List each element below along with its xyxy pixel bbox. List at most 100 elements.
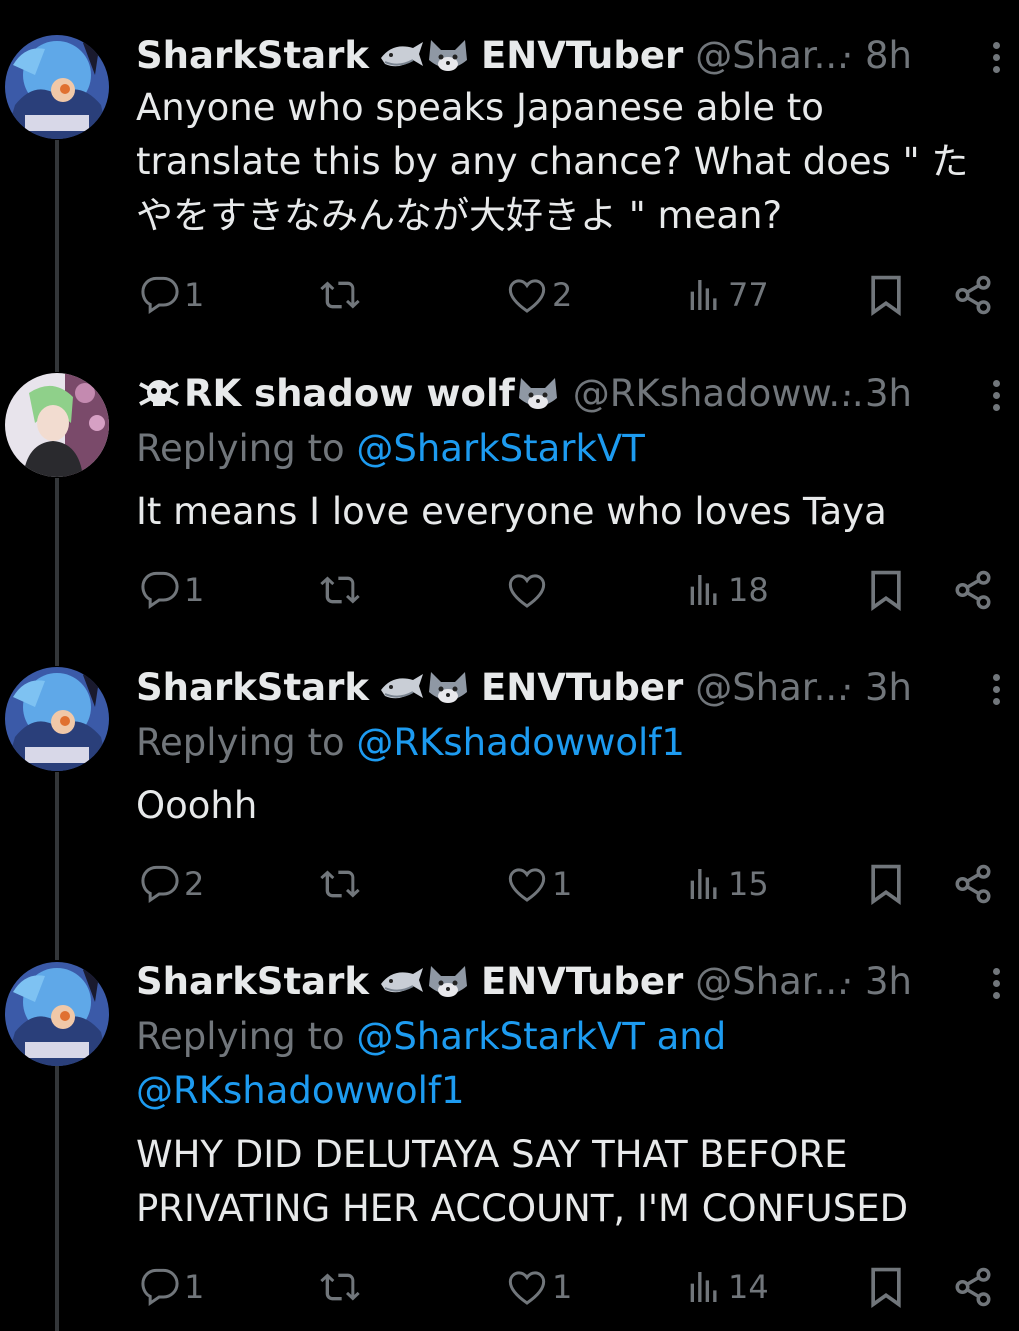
views-count: 15 <box>728 865 769 903</box>
wolf-emoji-icon <box>425 962 471 1002</box>
replying-to-label: Replying to <box>136 427 345 470</box>
mention-link[interactable]: @RKshadowwolf1 <box>356 721 685 764</box>
replying-to: Replying to @RKshadowwolf1 <box>136 716 976 770</box>
heart-icon <box>506 570 548 610</box>
tweet-text-line: Ooohh <box>136 784 258 827</box>
views-button[interactable]: 77 <box>684 270 769 320</box>
bookmark-icon <box>864 1265 908 1309</box>
reply-button[interactable]: 1 <box>140 270 204 320</box>
tweet-text: WHY DID DELUTAYA SAY THAT BEFORE PRIVATI… <box>136 1128 996 1236</box>
repost-arrows-icon <box>318 864 362 904</box>
more-dots-icon[interactable] <box>993 380 1005 416</box>
reply-button[interactable]: 2 <box>140 859 204 909</box>
like-button[interactable]: 2 <box>506 270 572 320</box>
share-button[interactable] <box>952 565 994 615</box>
bookmark-icon <box>864 862 908 906</box>
display-name[interactable]: SharkStark <box>136 32 369 80</box>
timestamp[interactable]: · 8h <box>841 32 912 80</box>
display-name-suffix[interactable]: ENVTuber <box>481 958 683 1006</box>
reply-count: 1 <box>184 1268 205 1306</box>
skull-crossbones-emoji-icon <box>136 374 184 414</box>
reply-button[interactable]: 1 <box>140 565 204 615</box>
user-handle[interactable]: @Shar... <box>695 32 849 80</box>
tweet[interactable]: SharkStark ENVTuber @Shar... · 3h Replyi… <box>0 635 1019 930</box>
like-button[interactable] <box>506 565 548 615</box>
timestamp[interactable]: · 3h <box>841 958 912 1006</box>
bookmark-button[interactable] <box>864 859 908 909</box>
bookmark-icon <box>864 273 908 317</box>
views-button[interactable]: 15 <box>684 859 769 909</box>
views-button[interactable]: 14 <box>684 1262 769 1312</box>
avatar[interactable] <box>5 962 109 1066</box>
share-icon <box>952 274 994 316</box>
replying-to: Replying to @SharkStarkVT <box>136 422 976 476</box>
mention-link[interactable]: @RKshadowwolf1 <box>136 1069 465 1112</box>
like-button[interactable]: 1 <box>506 859 572 909</box>
share-icon <box>952 863 994 905</box>
repost-arrows-icon <box>318 570 362 610</box>
tweet-text-line: PRIVATING HER ACCOUNT, I'M CONFUSED <box>136 1187 909 1230</box>
more-dots-icon[interactable] <box>993 674 1005 710</box>
shark-emoji-icon <box>379 962 425 1002</box>
repost-arrows-icon <box>318 275 362 315</box>
replying-to-label: Replying to <box>136 721 345 764</box>
tweet-text-line: Anyone who speaks Japanese able to <box>136 86 824 129</box>
shark-emoji-icon <box>379 36 425 76</box>
speech-bubble-icon <box>140 570 180 610</box>
bookmark-button[interactable] <box>864 270 908 320</box>
repost-button[interactable] <box>318 1262 362 1312</box>
more-dots-icon[interactable] <box>993 42 1005 78</box>
action-bar: 2 1 15 <box>136 859 1006 909</box>
repost-button[interactable] <box>318 859 362 909</box>
avatar[interactable] <box>5 35 109 139</box>
share-button[interactable] <box>952 270 994 320</box>
speech-bubble-icon <box>140 1267 180 1307</box>
display-name-suffix[interactable]: ENVTuber <box>481 664 683 712</box>
display-name[interactable]: SharkStark <box>136 958 369 1006</box>
tweet-text: Ooohh <box>136 779 996 833</box>
user-handle[interactable]: @Shar... <box>695 664 849 712</box>
tweet-header: SharkStark ENVTuber @Shar... · 3h <box>136 958 976 1006</box>
wolf-emoji-icon <box>425 668 471 708</box>
avatar[interactable] <box>5 373 109 477</box>
tweet[interactable]: SharkStark ENVTuber @Shar... · 8h Anyone… <box>0 0 1019 340</box>
speech-bubble-icon <box>140 864 180 904</box>
timestamp[interactable]: · 3h <box>841 370 912 418</box>
replying-to: Replying to @SharkStarkVT and @RKshadoww… <box>136 1010 976 1118</box>
reply-count: 2 <box>184 865 205 903</box>
share-button[interactable] <box>952 859 994 909</box>
action-bar: 1 2 77 <box>136 270 1006 320</box>
reply-count: 1 <box>184 571 205 609</box>
views-count: 77 <box>728 276 769 314</box>
more-dots-icon[interactable] <box>993 968 1005 1004</box>
views-button[interactable]: 18 <box>684 565 769 615</box>
reply-button[interactable]: 1 <box>140 1262 204 1312</box>
tweet-text-line: translate this by any chance? What does … <box>136 140 969 183</box>
tweet-text-line: やをすきなみんなが大好きよ " mean? <box>136 194 783 237</box>
bookmark-button[interactable] <box>864 565 908 615</box>
user-handle[interactable]: @Shar... <box>695 958 849 1006</box>
bar-chart-icon <box>684 1267 724 1307</box>
repost-button[interactable] <box>318 270 362 320</box>
user-handle[interactable]: @RKshadoww... <box>573 370 864 418</box>
display-name-suffix[interactable]: ENVTuber <box>481 32 683 80</box>
bookmark-button[interactable] <box>864 1262 908 1312</box>
like-button[interactable]: 1 <box>506 1262 572 1312</box>
timestamp[interactable]: · 3h <box>841 664 912 712</box>
tweet[interactable]: RK shadow wolf @RKshadoww... · 3h Replyi… <box>0 340 1019 635</box>
display-name[interactable]: RK shadow wolf <box>184 370 515 418</box>
repost-button[interactable] <box>318 565 362 615</box>
mention-link[interactable]: @SharkStarkVT and <box>356 1015 726 1058</box>
action-bar: 1 18 <box>136 565 1006 615</box>
tweet[interactable]: SharkStark ENVTuber @Shar... · 3h Replyi… <box>0 930 1019 1331</box>
mention-link[interactable]: @SharkStarkVT <box>356 427 644 470</box>
bookmark-icon <box>864 568 908 612</box>
tweet-text: It means I love everyone who loves Taya <box>136 485 996 539</box>
tweet-text-line: WHY DID DELUTAYA SAY THAT BEFORE <box>136 1133 848 1176</box>
share-button[interactable] <box>952 1262 994 1312</box>
avatar[interactable] <box>5 667 109 771</box>
views-count: 18 <box>728 571 769 609</box>
display-name[interactable]: SharkStark <box>136 664 369 712</box>
heart-icon <box>506 1267 548 1307</box>
bar-chart-icon <box>684 570 724 610</box>
